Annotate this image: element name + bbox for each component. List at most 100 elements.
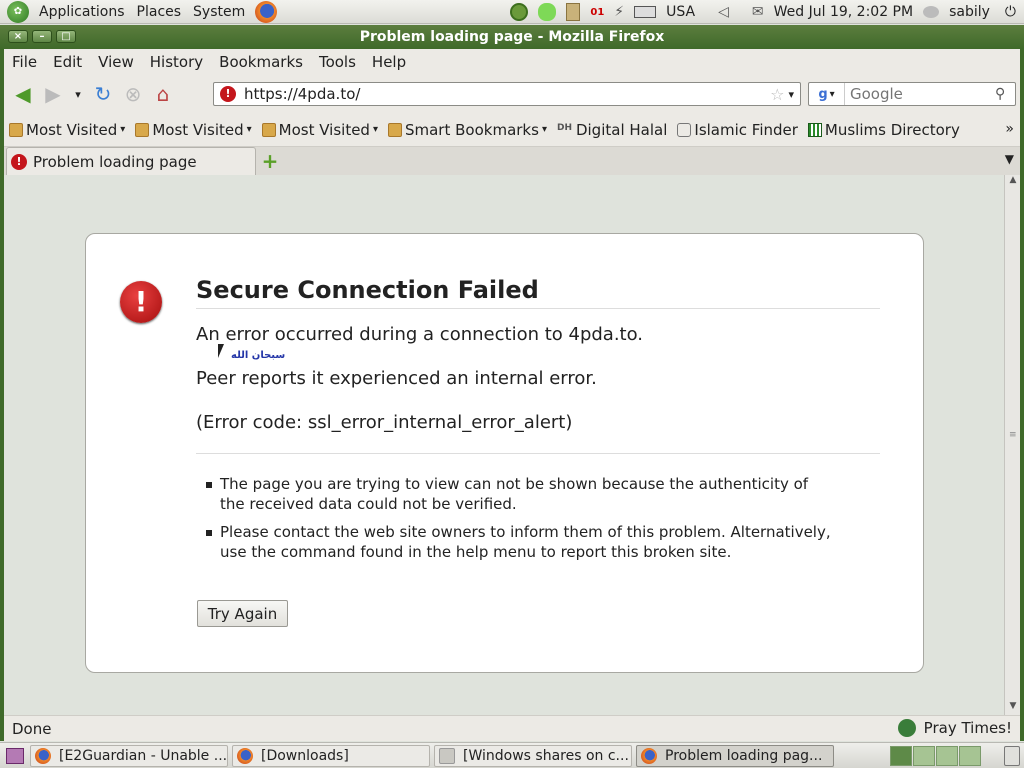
gnome-logo-icon[interactable]: ✿ xyxy=(7,0,29,23)
trash-icon[interactable] xyxy=(1004,746,1020,766)
user-name[interactable]: sabily xyxy=(949,4,990,20)
menu-view[interactable]: View xyxy=(90,53,142,71)
bookmark-islamic-finder[interactable]: Islamic Finder xyxy=(672,121,803,139)
tab-bar: ! Problem loading page + ▼ xyxy=(4,147,1020,175)
scroll-down-icon[interactable]: ▼ xyxy=(1005,701,1021,715)
bookmark-star-icon[interactable]: ☆ xyxy=(770,85,784,104)
mail-icon[interactable]: ✉ xyxy=(752,4,764,20)
volume-icon[interactable]: ◁ xyxy=(718,4,729,20)
home-button[interactable]: ⌂ xyxy=(148,79,178,109)
status-text: Done xyxy=(12,719,52,738)
history-dropdown-icon[interactable]: ▾ xyxy=(68,79,88,109)
keyboard-layout[interactable]: USA xyxy=(666,4,695,20)
search-go-icon[interactable]: ⚲ xyxy=(995,86,1015,102)
menu-bookmarks[interactable]: Bookmarks xyxy=(211,53,311,71)
bookmark-digital-halal[interactable]: DH Digital Halal xyxy=(552,121,672,139)
bookmark-most-visited-3[interactable]: Most Visited ▾ xyxy=(257,121,383,139)
tab-list-chevron-icon[interactable]: ▼ xyxy=(1005,152,1014,166)
url-bar[interactable]: ! https://4pda.to/ ☆ ▾ xyxy=(213,82,801,106)
scroll-up-icon[interactable]: ▲ xyxy=(1005,175,1021,189)
digital-halal-icon: DH xyxy=(556,122,572,133)
site-error-icon[interactable]: ! xyxy=(220,86,236,102)
try-again-button[interactable]: Try Again xyxy=(197,600,288,627)
chevron-down-icon: ▾ xyxy=(372,124,378,135)
minimize-window-button[interactable]: – xyxy=(32,30,52,43)
bookmark-most-visited-2[interactable]: Most Visited ▾ xyxy=(130,121,256,139)
firefox-launcher-icon[interactable] xyxy=(255,0,278,23)
forward-button[interactable]: ▶ xyxy=(38,79,68,109)
menubar: File Edit View History Bookmarks Tools H… xyxy=(4,49,1020,75)
clock-badge-icon: 01 xyxy=(590,6,605,18)
system-tray: 01 ⚡ USA ◁ ✉ Wed Jul 19, 2:02 PM sabily … xyxy=(505,0,1024,24)
pidgin-icon[interactable] xyxy=(510,3,529,21)
network-icon[interactable]: ⚡ xyxy=(614,4,624,20)
search-engine-selector[interactable]: g ▾ xyxy=(809,83,845,105)
folder-icon xyxy=(261,122,276,137)
error-code: (Error code: ssl_error_internal_error_al… xyxy=(196,412,573,433)
list-item: Please contact the web site owners to in… xyxy=(206,522,836,562)
workspace-1[interactable] xyxy=(890,746,912,766)
window-titlebar[interactable]: × – □ Problem loading page - Mozilla Fir… xyxy=(0,25,1024,49)
bookmark-most-visited-1[interactable]: Most Visited ▾ xyxy=(4,121,130,139)
workspace-2[interactable] xyxy=(913,746,935,766)
menu-tools[interactable]: Tools xyxy=(311,53,364,71)
applications-menu[interactable]: Applications xyxy=(33,4,131,20)
maximize-window-button[interactable]: □ xyxy=(56,30,76,43)
error-explanation-list: The page you are trying to view can not … xyxy=(206,474,836,570)
close-window-button[interactable]: × xyxy=(8,30,28,43)
places-menu[interactable]: Places xyxy=(131,4,188,20)
bookmark-muslims-directory[interactable]: Muslims Directory xyxy=(803,121,965,139)
taskbar-item-problem-loading[interactable]: Problem loading pag... xyxy=(636,744,834,767)
firefox-icon xyxy=(35,747,51,764)
page-content: ! Secure Connection Failed An error occu… xyxy=(4,175,1004,715)
bookmarks-overflow-button[interactable]: » xyxy=(1005,121,1014,137)
menu-edit[interactable]: Edit xyxy=(45,53,90,71)
folder-icon xyxy=(9,122,23,137)
taskbar-item-downloads[interactable]: [Downloads] xyxy=(232,744,430,767)
mosque-icon xyxy=(897,719,916,737)
bookmark-smart-bookmarks[interactable]: Smart Bookmarks ▾ xyxy=(383,121,552,139)
firefox-icon xyxy=(641,747,657,764)
tab-problem-loading[interactable]: ! Problem loading page xyxy=(6,147,256,175)
folder-icon xyxy=(387,122,402,137)
menu-help[interactable]: Help xyxy=(364,53,414,71)
power-icon[interactable]: ⏻ xyxy=(1005,4,1016,20)
clipboard-icon[interactable] xyxy=(566,3,581,21)
url-dropdown-icon[interactable]: ▾ xyxy=(788,88,794,101)
error-icon: ! xyxy=(11,153,27,170)
keyboard-icon[interactable] xyxy=(634,6,657,18)
menu-file[interactable]: File xyxy=(4,53,45,71)
pray-times-widget[interactable]: Pray Times! xyxy=(897,719,1012,737)
bullet-icon xyxy=(206,482,212,488)
datetime[interactable]: Wed Jul 19, 2:02 PM xyxy=(774,4,913,20)
chevron-down-icon: ▾ xyxy=(541,124,547,135)
bottom-taskbar: [E2Guardian - Unable ... [Downloads] [Wi… xyxy=(0,742,1024,768)
search-input[interactable] xyxy=(845,85,995,103)
new-tab-button[interactable]: + xyxy=(260,151,280,171)
menu-history[interactable]: History xyxy=(142,53,211,71)
mouse-cursor-icon xyxy=(218,344,224,358)
taskbar-item-e2guardian[interactable]: [E2Guardian - Unable ... xyxy=(30,744,228,767)
error-alert-icon: ! xyxy=(120,281,162,323)
search-bar: g▾ ⚲ xyxy=(808,82,1016,106)
reload-button[interactable]: ↻ xyxy=(88,79,118,109)
chevron-down-icon: ▾ xyxy=(120,124,126,135)
url-text[interactable]: https://4pda.to/ xyxy=(244,85,770,103)
system-menu[interactable]: System xyxy=(187,4,251,20)
arabic-overlay-text: سبحان الله xyxy=(231,350,286,361)
user-icon xyxy=(923,6,940,18)
chat-icon[interactable] xyxy=(538,3,557,21)
show-desktop-icon[interactable] xyxy=(6,747,24,764)
stop-button[interactable]: ⊗ xyxy=(118,79,148,109)
document-icon xyxy=(439,747,455,764)
workspace-4[interactable] xyxy=(959,746,981,766)
back-button[interactable]: ◀ xyxy=(8,79,38,109)
folder-icon xyxy=(135,122,150,137)
vertical-scrollbar[interactable]: ▲ ≡ ▼ xyxy=(1004,175,1020,715)
taskbar-item-windows-shares[interactable]: [Windows shares on c... xyxy=(434,744,632,767)
workspace-3[interactable] xyxy=(936,746,958,766)
scroll-grip-icon[interactable]: ≡ xyxy=(1009,430,1017,440)
error-panel: ! Secure Connection Failed An error occu… xyxy=(85,233,924,673)
window-controls: × – □ xyxy=(8,30,76,43)
error-peer-message: Peer reports it experienced an internal … xyxy=(196,368,597,389)
